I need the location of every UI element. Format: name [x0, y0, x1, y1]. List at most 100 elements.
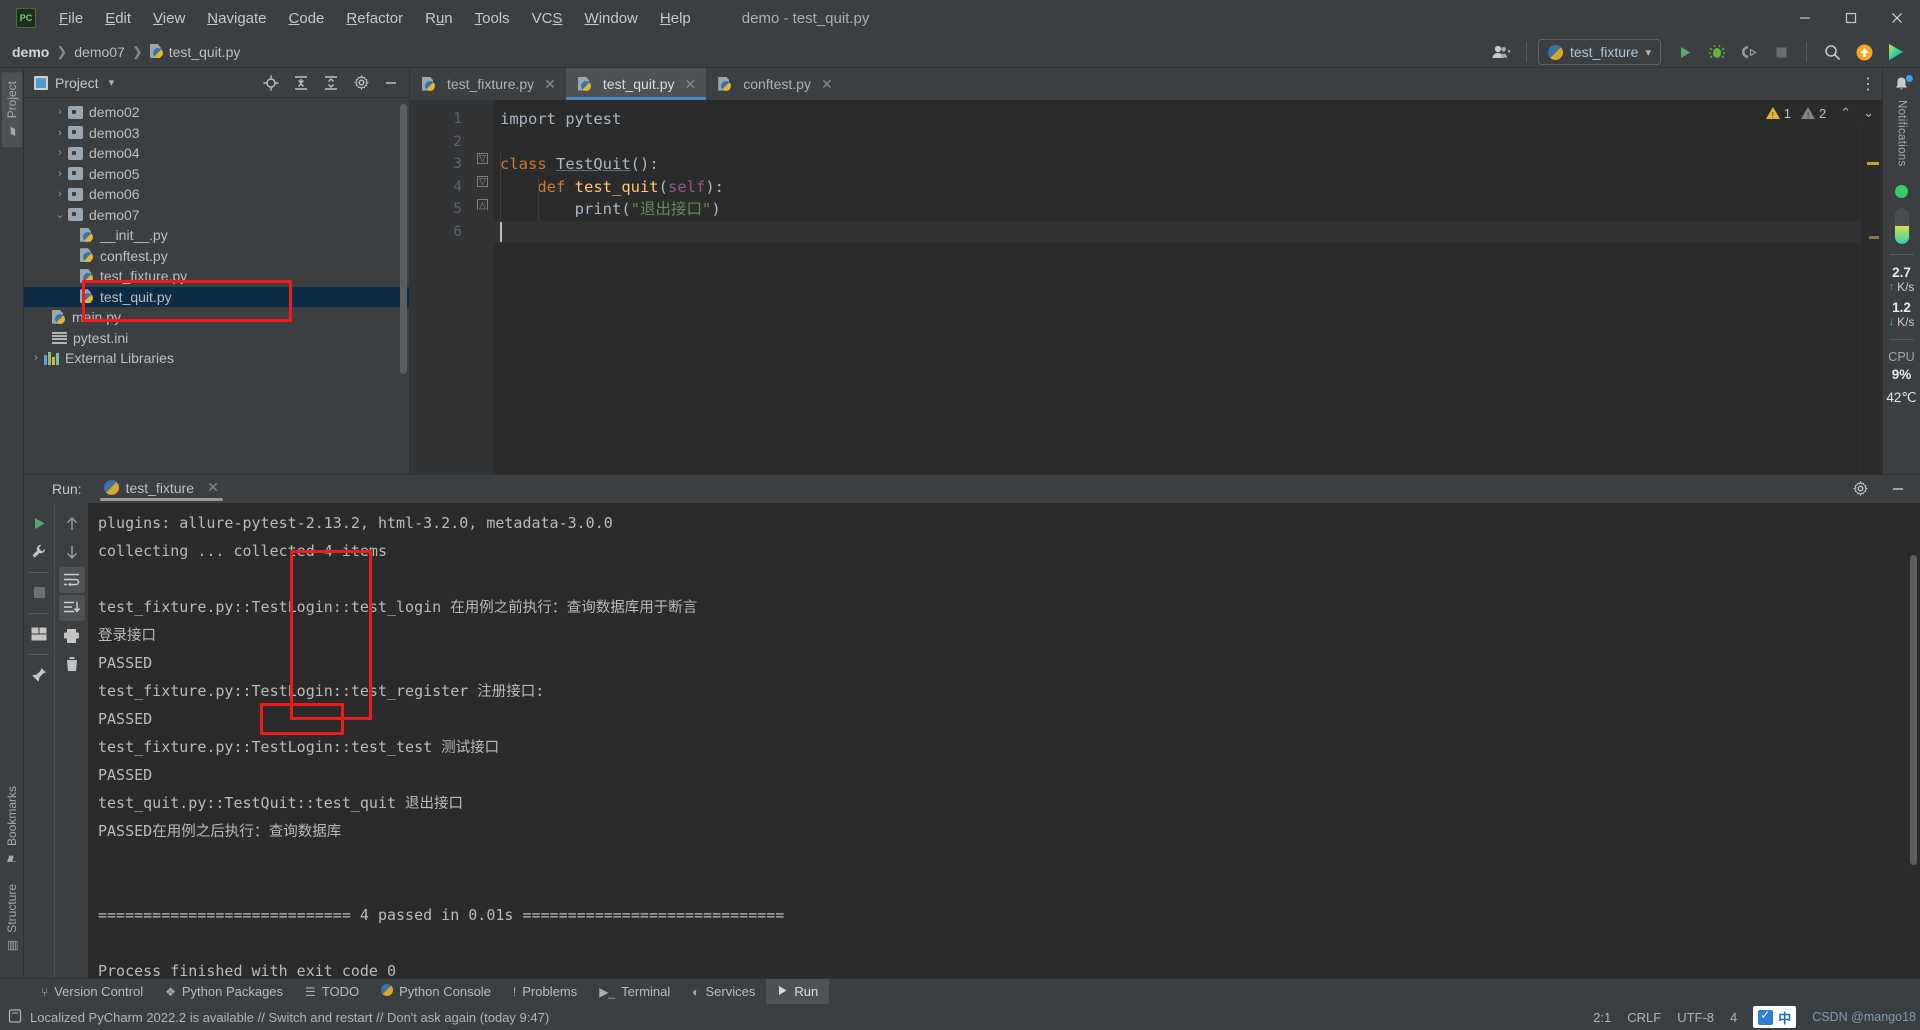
tree-item-demo02[interactable]: › demo02 [24, 102, 409, 123]
close-session-icon[interactable]: ✕ [207, 479, 219, 496]
prev-problem-icon[interactable]: ⌃ [1840, 105, 1851, 121]
code-editor[interactable]: 1 2 3 4 5 6 ▽ ▽ △ import pytest class TestQuit… [410, 100, 1882, 474]
tree-item-demo06[interactable]: › demo06 [24, 184, 409, 205]
code-line[interactable]: def test_quit(self): [494, 176, 1860, 199]
line-separator[interactable]: CRLF [1627, 1010, 1661, 1025]
tree-item-demo05[interactable]: › demo05 [24, 164, 409, 185]
run-session-tab[interactable]: test_fixture ✕ [99, 476, 224, 502]
chevron-right-icon[interactable]: › [52, 147, 68, 159]
minimize-button[interactable] [1782, 0, 1828, 36]
ime-indicator[interactable]: 中 [1753, 1006, 1797, 1028]
console-scrollbar[interactable] [1910, 554, 1917, 865]
close-tab-icon[interactable]: ✕ [544, 76, 556, 93]
status-message[interactable]: Localized PyCharm 2022.2 is available //… [30, 1010, 549, 1025]
tree-item-external-libraries[interactable]: › External Libraries [24, 348, 409, 369]
inspection-strip[interactable] [1860, 100, 1882, 474]
breadcrumb-folder[interactable]: demo07 [74, 44, 125, 60]
menu-run[interactable]: Run [414, 6, 464, 31]
chevron-right-icon[interactable]: › [52, 106, 68, 118]
menu-tools[interactable]: Tools [464, 6, 521, 31]
search-icon[interactable] [1818, 39, 1846, 65]
run-console-output[interactable]: plugins: allure-pytest-2.13.2, html-3.2.… [88, 502, 1920, 978]
inspection-summary[interactable]: ! 1 ! 2 ⌃ ⌄ [1757, 100, 1882, 126]
menu-vcs[interactable]: VCS [521, 6, 574, 31]
project-view-chevron-down-icon[interactable]: ▾ [109, 76, 115, 89]
tree-item-demo07[interactable]: ⌄ demo07 [24, 205, 409, 226]
menu-code[interactable]: Code [278, 6, 336, 31]
menu-file[interactable]: File [48, 6, 94, 31]
editor-tab-test-fixture-py[interactable]: test_fixture.py ✕ [410, 68, 566, 100]
scroll-to-end-icon[interactable] [58, 594, 85, 621]
code-line[interactable] [494, 131, 1860, 154]
soft-wrap-icon[interactable] [58, 566, 85, 593]
print-icon[interactable] [59, 623, 85, 649]
close-tab-icon[interactable]: ✕ [821, 76, 833, 93]
chevron-right-icon[interactable]: › [52, 168, 68, 180]
bottom-tab-python-console[interactable]: Python Console [370, 979, 502, 1004]
layout-icon[interactable] [26, 621, 52, 647]
tree-item-main-py[interactable]: main.py [24, 307, 409, 328]
bottom-tab-services[interactable]: ◐ Services [681, 979, 766, 1004]
menu-refactor[interactable]: Refactor [335, 6, 414, 31]
expand-all-icon[interactable] [287, 70, 315, 96]
bottom-tab-python-packages[interactable]: ❖ Python Packages [154, 979, 294, 1004]
tree-item-demo04[interactable]: › demo04 [24, 143, 409, 164]
tree-item-test-quit-py[interactable]: test_quit.py [24, 286, 409, 307]
chevron-down-icon[interactable]: ⌄ [52, 208, 68, 221]
fold-marker-def[interactable]: ▽ [477, 176, 488, 187]
rerun-icon[interactable] [26, 511, 52, 537]
tree-item-demo03[interactable]: › demo03 [24, 123, 409, 144]
chevron-right-icon[interactable]: › [28, 352, 44, 364]
run-button[interactable] [1671, 39, 1699, 65]
editor-tab-overflow[interactable]: ⋮ [1860, 68, 1876, 100]
chevron-right-icon[interactable]: › [52, 188, 68, 200]
run-configuration-selector[interactable]: test_fixture ▾ [1537, 39, 1661, 65]
collapse-all-icon[interactable] [317, 70, 345, 96]
breadcrumb-project[interactable]: demo [12, 44, 49, 60]
prev-occurrence-icon[interactable] [59, 511, 85, 537]
run-with-coverage-button[interactable] [1735, 39, 1763, 65]
caret-position[interactable]: 2:1 [1593, 1010, 1611, 1025]
project-tree-scrollbar[interactable] [400, 104, 407, 374]
next-occurrence-icon[interactable] [59, 539, 85, 565]
code-line[interactable]: print("退出接口") [494, 198, 1860, 221]
code-line[interactable] [494, 220, 1860, 243]
bottom-tab-todo[interactable]: ☰ TODO [294, 979, 370, 1004]
fold-marker-class[interactable]: ▽ [477, 153, 488, 164]
wrench-icon[interactable] [26, 539, 52, 565]
code-line[interactable]: class TestQuit(): [494, 153, 1860, 176]
update-icon[interactable] [1850, 39, 1878, 65]
tree-item-conftest-py[interactable]: conftest.py [24, 246, 409, 267]
bottom-tab-run[interactable]: Run [766, 979, 830, 1004]
menu-edit[interactable]: Edit [94, 6, 142, 31]
menu-navigate[interactable]: Navigate [196, 6, 277, 31]
file-encoding[interactable]: UTF-8 [1677, 1010, 1714, 1025]
tree-item-pytest-ini[interactable]: pytest.ini [24, 328, 409, 349]
account-icon[interactable] [1487, 39, 1515, 65]
bottom-tab-problems[interactable]: ! Problems [502, 979, 588, 1004]
menu-window[interactable]: Window [574, 6, 649, 31]
menu-help[interactable]: Help [649, 6, 702, 31]
fold-marker-body[interactable]: △ [477, 199, 488, 210]
indent-size[interactable]: 4 [1730, 1010, 1737, 1025]
bottom-tab-version-control[interactable]: ⑂ Version Control [30, 979, 154, 1004]
close-tab-icon[interactable]: ✕ [685, 76, 697, 93]
sidebar-tab-structure[interactable]: ▤ Structure [2, 875, 22, 962]
code-text[interactable]: import pytest class TestQuit(): def test_… [494, 100, 1860, 474]
settings-icon[interactable] [347, 70, 375, 96]
maximize-button[interactable] [1828, 0, 1874, 36]
sidebar-tab-bookmarks[interactable]: ⚑ Bookmarks [2, 777, 22, 875]
inspection-info-mark[interactable] [1869, 236, 1879, 239]
hide-run-panel-icon[interactable] [1884, 476, 1912, 502]
tree-item-test-fixture-py[interactable]: test_fixture.py [24, 266, 409, 287]
next-problem-icon[interactable]: ⌄ [1863, 105, 1874, 121]
clear-all-icon[interactable] [59, 651, 85, 677]
memory-gauge[interactable] [1894, 207, 1909, 244]
stop-button[interactable] [1767, 39, 1795, 65]
breadcrumb-file[interactable]: test_quit.py [150, 44, 240, 60]
debug-button[interactable] [1703, 39, 1731, 65]
editor-tab-conftest-py[interactable]: conftest.py ✕ [706, 68, 842, 100]
code-line[interactable]: import pytest [494, 108, 1860, 131]
inspection-warning-mark[interactable] [1867, 162, 1879, 165]
chevron-right-icon[interactable]: › [52, 127, 68, 139]
